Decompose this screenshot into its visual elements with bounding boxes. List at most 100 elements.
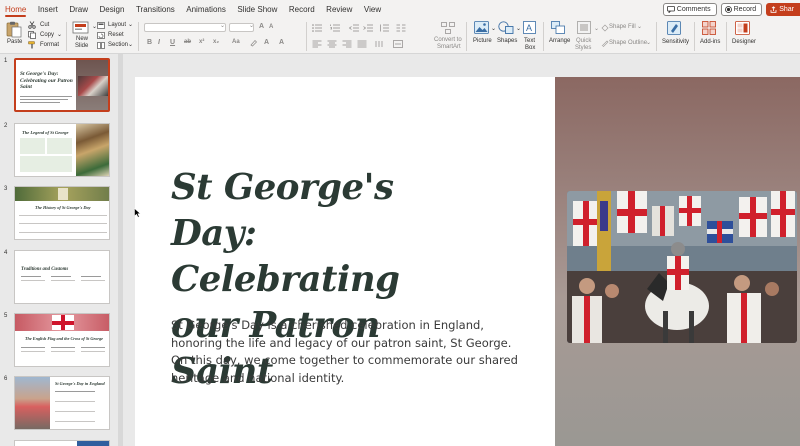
text-direction-icon[interactable]: [374, 40, 384, 48]
thumbnail-slide-6[interactable]: St George's Day in England: [14, 376, 110, 430]
line-spacing-icon[interactable]: [379, 24, 389, 32]
picture-icon[interactable]: [474, 21, 489, 34]
paste-label[interactable]: Paste: [7, 39, 22, 45]
decrease-indent-icon[interactable]: [349, 24, 359, 32]
tab-view[interactable]: View: [364, 0, 381, 19]
record-button[interactable]: Record: [720, 3, 763, 16]
share-button[interactable]: Shar: [766, 3, 800, 16]
reset-icon[interactable]: [97, 32, 105, 39]
text-box-label-1[interactable]: Text: [524, 38, 535, 44]
layout-dropdown-icon[interactable]: ⌄: [128, 21, 133, 28]
shapes-label[interactable]: Shapes: [497, 38, 517, 44]
sensitivity-icon[interactable]: [667, 21, 681, 35]
strikethrough-icon[interactable]: ab: [184, 39, 191, 45]
shape-outline-label[interactable]: Shape Outline: [609, 40, 647, 46]
align-center-icon[interactable]: [327, 40, 337, 48]
text-box-label-2[interactable]: Box: [525, 45, 535, 51]
shape-outline-dropdown-icon[interactable]: ⌄: [646, 39, 651, 46]
comments-button[interactable]: Comments: [662, 3, 717, 16]
tab-design[interactable]: Design: [100, 0, 125, 19]
arrange-icon[interactable]: [551, 21, 565, 34]
subscript-icon[interactable]: x₂: [213, 39, 219, 45]
tab-slide-show[interactable]: Slide Show: [237, 0, 277, 19]
designer-label[interactable]: Designer: [732, 39, 756, 45]
bold-icon[interactable]: B: [147, 39, 152, 46]
tab-draw[interactable]: Draw: [69, 0, 88, 19]
format-painter-icon[interactable]: [28, 41, 36, 49]
paste-icon[interactable]: [6, 21, 22, 38]
align-left-icon[interactable]: [312, 40, 322, 48]
columns-icon[interactable]: [396, 24, 406, 32]
slide-body-text[interactable]: St George's Day is a cherished celebrati…: [171, 317, 521, 387]
shapes-dropdown-icon[interactable]: ⌄: [516, 25, 521, 32]
scissors-icon[interactable]: [28, 21, 36, 29]
convert-smartart-label-2[interactable]: SmartArt: [437, 44, 461, 50]
quick-styles-icon[interactable]: [577, 21, 591, 34]
add-ins-icon[interactable]: [702, 21, 716, 35]
clear-format-icon[interactable]: A: [279, 39, 284, 46]
convert-smartart-label-1[interactable]: Convert to: [434, 37, 462, 43]
thumbnail-slide-7[interactable]: [14, 440, 110, 446]
designer-icon[interactable]: [735, 21, 750, 35]
section-label[interactable]: Section: [108, 42, 128, 48]
shape-outline-icon[interactable]: [601, 39, 609, 47]
tab-review[interactable]: Review: [326, 0, 352, 19]
shape-fill-label[interactable]: Shape Fill: [609, 24, 636, 30]
bullets-icon[interactable]: [312, 24, 322, 32]
increase-indent-icon[interactable]: [363, 24, 373, 32]
st-george-parade-photo[interactable]: [567, 191, 797, 343]
align-text-icon[interactable]: [393, 40, 403, 48]
superscript-icon[interactable]: x²: [199, 39, 204, 45]
copy-icon[interactable]: [28, 31, 36, 39]
underline-icon[interactable]: U: [170, 39, 175, 46]
tab-animations[interactable]: Animations: [186, 0, 226, 19]
layout-label[interactable]: Layout: [108, 22, 126, 28]
thumbnail-slide-2[interactable]: The Legend of St George: [14, 123, 110, 177]
cut-label[interactable]: Cut: [40, 22, 49, 28]
numbering-icon[interactable]: [330, 24, 340, 32]
picture-label[interactable]: Picture: [473, 38, 492, 44]
justify-icon[interactable]: [357, 40, 367, 48]
font-color-icon[interactable]: A: [264, 39, 269, 46]
copy-dropdown-icon[interactable]: ⌄: [57, 31, 62, 38]
slide-editor[interactable]: St George's Day: Celebrating our Patron …: [135, 77, 800, 446]
smartart-icon[interactable]: [441, 22, 455, 34]
text-box-icon[interactable]: A: [523, 21, 536, 34]
decrease-font-icon[interactable]: A: [269, 24, 273, 30]
shape-fill-dropdown-icon[interactable]: ⌄: [637, 23, 642, 30]
thumbnail-slide-3[interactable]: The History of St George's Day: [14, 186, 110, 240]
tab-insert[interactable]: Insert: [38, 0, 58, 19]
copy-label[interactable]: Copy: [40, 32, 54, 38]
font-family-select[interactable]: [144, 23, 226, 32]
change-case-icon[interactable]: Aa: [232, 39, 240, 45]
tab-transitions[interactable]: Transitions: [136, 0, 175, 19]
picture-dropdown-icon[interactable]: ⌄: [491, 25, 496, 32]
font-family-dropdown-icon[interactable]: ⌄: [220, 22, 225, 29]
section-icon[interactable]: [97, 42, 105, 49]
highlighter-icon[interactable]: [250, 39, 258, 47]
tab-record[interactable]: Record: [289, 0, 315, 19]
new-slide-icon[interactable]: [72, 21, 90, 35]
thumbnail-slide-5[interactable]: The English Flag and the Cross of St Geo…: [14, 313, 110, 367]
new-slide-label-2[interactable]: Slide: [75, 43, 88, 49]
shape-fill-icon[interactable]: [601, 24, 609, 32]
sensitivity-label[interactable]: Sensitivity: [662, 39, 689, 45]
layout-icon[interactable]: [97, 22, 105, 29]
quick-styles-label-1[interactable]: Quick: [576, 38, 591, 44]
align-right-icon[interactable]: [342, 40, 352, 48]
reset-label[interactable]: Reset: [108, 32, 124, 38]
font-size-dropdown-icon[interactable]: ⌄: [249, 22, 254, 29]
arrange-label[interactable]: Arrange: [549, 38, 570, 44]
shapes-icon[interactable]: [498, 21, 514, 34]
thumbnail-slide-1[interactable]: St George's Day: Celebrating our Patron …: [14, 58, 110, 112]
thumbnail-slide-4[interactable]: Traditions and Customs: [14, 250, 110, 304]
quick-styles-dropdown-icon[interactable]: ⌄: [594, 25, 599, 32]
section-dropdown-icon[interactable]: ⌄: [128, 41, 133, 48]
format-label[interactable]: Format: [40, 42, 59, 48]
italic-icon[interactable]: I: [158, 39, 160, 46]
add-ins-label[interactable]: Add-ins: [700, 39, 720, 45]
new-slide-label-1[interactable]: New: [76, 36, 88, 42]
tab-home[interactable]: Home: [5, 0, 27, 19]
increase-font-icon[interactable]: A: [259, 23, 264, 30]
quick-styles-label-2[interactable]: Styles: [575, 45, 591, 51]
